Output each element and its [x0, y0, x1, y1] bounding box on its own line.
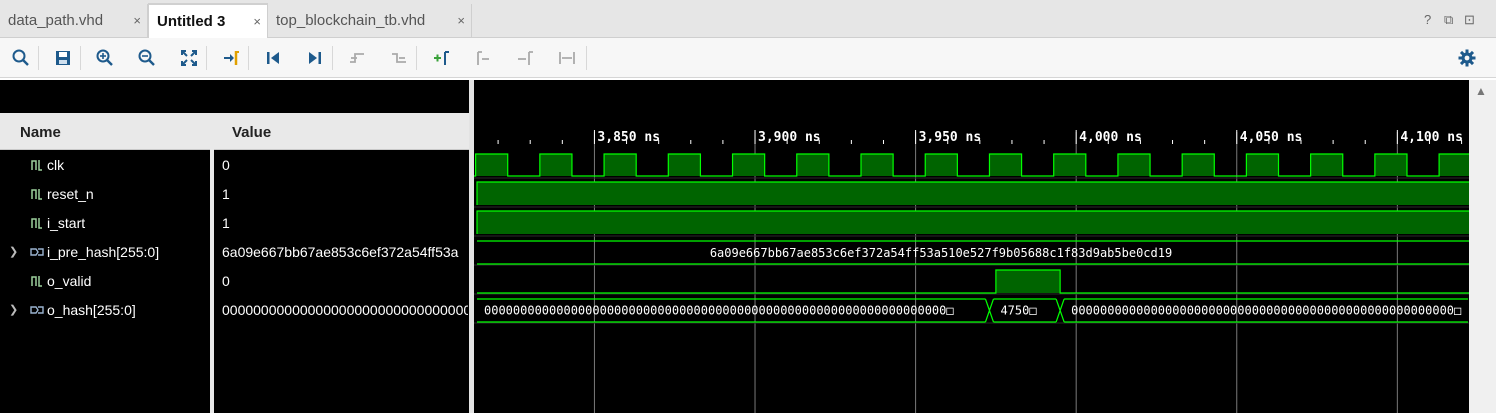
- o-valid-waveform: [477, 269, 1469, 294]
- time-tick-label: 4,100 ns: [1400, 130, 1463, 145]
- clk-high-pulse: [989, 154, 1022, 176]
- signal-value: 0: [222, 157, 230, 173]
- close-icon[interactable]: ×: [253, 14, 261, 29]
- clk-high-pulse: [1439, 154, 1469, 176]
- signal-name: i_pre_hash[255:0]: [47, 244, 160, 260]
- clk-high-pulse: [1053, 154, 1086, 176]
- expand-chevron-icon[interactable]: ❯: [9, 245, 18, 258]
- waveform-panel[interactable]: 3,850 ns 3,900 ns 3,950 ns 4,000 ns 4,050 ns…: [474, 80, 1469, 413]
- o-valid-high-fill: [995, 270, 1061, 293]
- clk-high-pulse: [1310, 154, 1343, 176]
- zoom-fit-icon[interactable]: [177, 46, 201, 70]
- clk-high-pulse: [925, 154, 958, 176]
- clk-high-pulse: [1374, 154, 1407, 176]
- waveform-canvas[interactable]: 3,850 ns 3,900 ns 3,950 ns 4,000 ns 4,050 ns…: [474, 80, 1469, 413]
- clk-high-pulse: [732, 154, 765, 176]
- clk-high-pulse: [1117, 154, 1151, 176]
- signal-row-o-hash[interactable]: ❯ o_hash[255:0] 000000000000000000000000…: [0, 296, 469, 325]
- signal-row-clk[interactable]: clk 0: [0, 151, 469, 180]
- go-to-time-zero-icon[interactable]: [261, 46, 285, 70]
- bus-signal-icon: [30, 248, 44, 256]
- tab-data-path-vhd[interactable]: data_path.vhd ×: [0, 4, 148, 38]
- tab-untitled-3[interactable]: Untitled 3 ×: [148, 3, 268, 38]
- tab-top-blockchain-tb-vhd[interactable]: top_blockchain_tb.vhd ×: [268, 4, 472, 38]
- name-column-header[interactable]: Name: [0, 113, 210, 150]
- go-to-last-time-icon[interactable]: [303, 46, 327, 70]
- signal-row-o-valid[interactable]: o_valid 0: [0, 267, 469, 296]
- o-hash-transition: [984, 298, 995, 323]
- signal-value: 6a09e667bb67ae853c6ef372a54ff53a: [222, 244, 459, 260]
- signal-value: 000000000000000000000000000000000: [222, 302, 468, 318]
- o-hash-segment-value: 0000000000000000000000000000000000000000…: [1071, 304, 1461, 318]
- previous-transition-icon[interactable]: [345, 46, 369, 70]
- close-icon[interactable]: ×: [457, 13, 465, 28]
- signal-value: 1: [222, 186, 230, 202]
- clk-high-pulse: [668, 154, 701, 176]
- swap-cursors-icon[interactable]: [555, 46, 579, 70]
- logic-signal-icon: [31, 189, 42, 200]
- clk-high-pulse: [1246, 154, 1279, 176]
- editor-tab-bar: data_path.vhd × Untitled 3 × top_blockch…: [0, 0, 1496, 38]
- i-pre-hash-bus-value: 6a09e667bb67ae853c6ef372a54ff53a510e527f…: [710, 246, 1172, 260]
- reset-n-high-fill: [477, 182, 1469, 205]
- save-icon[interactable]: [51, 46, 75, 70]
- time-tick-label: 4,000 ns: [1079, 130, 1142, 145]
- tab-label: top_blockchain_tb.vhd: [276, 12, 426, 29]
- signal-value: 0: [222, 273, 230, 289]
- next-transition-icon[interactable]: [387, 46, 411, 70]
- signal-row-i-start[interactable]: i_start 1: [0, 209, 469, 238]
- tab-label: Untitled 3: [157, 13, 226, 30]
- signal-name: o_hash[255:0]: [47, 302, 136, 318]
- logic-signal-icon: [31, 160, 42, 171]
- zoom-out-icon[interactable]: [135, 46, 159, 70]
- logic-signal-icon: [31, 276, 42, 287]
- logic-signal-icon: [31, 218, 42, 229]
- maximize-icon[interactable]: ⊡: [1464, 12, 1475, 28]
- gear-icon[interactable]: [1455, 46, 1479, 70]
- add-marker-icon[interactable]: [429, 46, 453, 70]
- signal-list-panel: Name Value clk 0 reset_n 1 i_start 1 ❯ i…: [0, 80, 469, 413]
- signal-name: reset_n: [47, 186, 94, 202]
- vertical-scrollbar[interactable]: ▲: [1469, 80, 1496, 413]
- i-start-high-fill: [477, 211, 1469, 234]
- o-hash-transition: [1055, 298, 1065, 323]
- previous-marker-icon[interactable]: [471, 46, 495, 70]
- zoom-in-icon[interactable]: [93, 46, 117, 70]
- waveform-toolbar: [0, 38, 1496, 78]
- time-tick-label: 3,900 ns: [758, 130, 821, 145]
- clk-high-pulse: [1182, 154, 1215, 176]
- help-icon[interactable]: ?: [1424, 12, 1431, 27]
- clk-high-pulse: [539, 154, 572, 176]
- search-icon[interactable]: [9, 46, 33, 70]
- scroll-up-arrow-icon[interactable]: ▲: [1475, 84, 1487, 98]
- bus-signal-icon: [30, 306, 44, 314]
- clk-high-pulse: [796, 154, 829, 176]
- clk-high-pulse: [861, 154, 894, 176]
- signal-name: i_start: [47, 215, 86, 231]
- next-marker-icon[interactable]: [513, 46, 537, 70]
- signal-name: o_valid: [47, 273, 92, 289]
- go-to-cursor-icon[interactable]: [219, 46, 243, 70]
- clk-high-pulse: [475, 154, 508, 176]
- restore-icon[interactable]: ⧉: [1444, 12, 1453, 28]
- close-icon[interactable]: ×: [133, 13, 141, 28]
- time-tick-label: 4,050 ns: [1240, 130, 1303, 145]
- expand-chevron-icon[interactable]: ❯: [9, 303, 18, 316]
- o-hash-segment-value: 4750□: [1000, 304, 1036, 318]
- value-column-header[interactable]: Value: [214, 113, 469, 150]
- clk-high-pulse: [604, 154, 637, 176]
- time-tick-label: 3,950 ns: [919, 130, 982, 145]
- signal-row-i-pre-hash[interactable]: ❯ i_pre_hash[255:0] 6a09e667bb67ae853c6e…: [0, 238, 469, 267]
- time-tick-label: 3,850 ns: [597, 130, 660, 145]
- signal-row-reset-n[interactable]: reset_n 1: [0, 180, 469, 209]
- signal-value: 1: [222, 215, 230, 231]
- o-hash-segment-value: 0000000000000000000000000000000000000000…: [484, 304, 954, 318]
- signal-name: clk: [47, 157, 65, 173]
- tab-label: data_path.vhd: [8, 12, 104, 29]
